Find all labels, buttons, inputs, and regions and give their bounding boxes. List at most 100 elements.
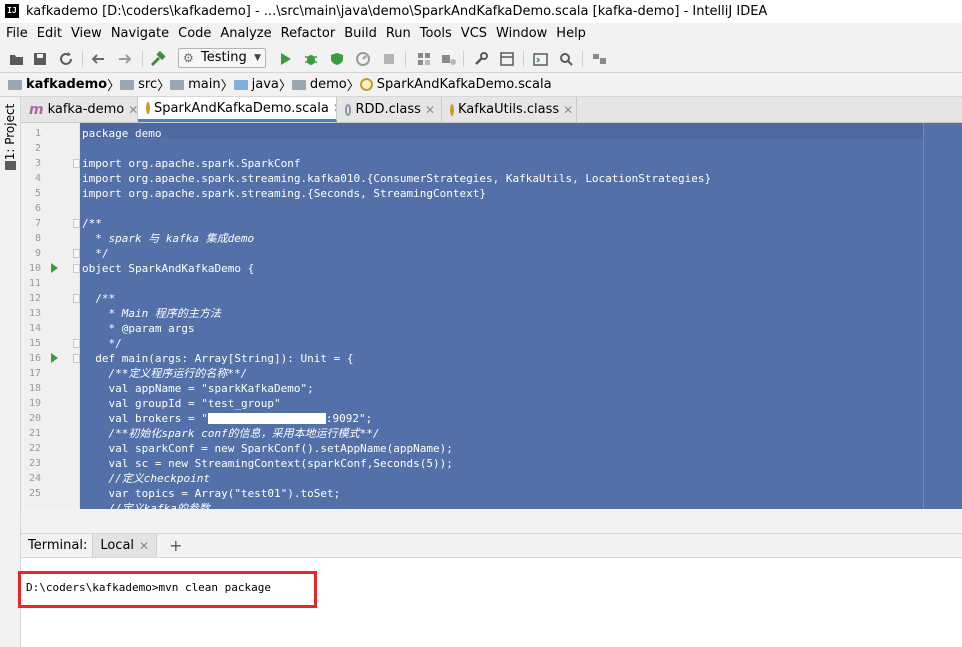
back-icon[interactable] [90, 51, 106, 67]
menu-help[interactable]: Help [552, 23, 590, 45]
class-file-icon [345, 103, 352, 116]
stop-icon[interactable] [381, 51, 397, 67]
terminal-title: Terminal: [28, 538, 88, 553]
line-number: 17 [28, 368, 41, 379]
tab-kafkautils-class[interactable]: KafkaUtils.class ✕ [442, 97, 577, 122]
tab-rdd-class[interactable]: RDD.class ✕ [337, 97, 442, 122]
menu-refactor[interactable]: Refactor [277, 23, 340, 45]
menu-analyze[interactable]: Analyze [216, 23, 275, 45]
forward-icon[interactable] [117, 51, 133, 67]
menu-bar: File Edit View Navigate Code Analyze Ref… [0, 23, 962, 45]
run-object-icon[interactable] [51, 263, 58, 273]
redacted-block [207, 413, 326, 424]
menu-window[interactable]: Window [492, 23, 551, 45]
line-number: 14 [28, 323, 41, 334]
run-icon[interactable] [278, 51, 294, 67]
fold-icon[interactable] [73, 159, 80, 168]
breadcrumb-src[interactable]: src [120, 77, 157, 92]
sync-icon[interactable] [58, 51, 74, 67]
close-icon[interactable]: ✕ [425, 103, 435, 117]
menu-navigate[interactable]: Navigate [107, 23, 173, 45]
run-configuration-dropdown[interactable]: ⚙ Testing ▼ [178, 48, 266, 68]
line-number: 4 [34, 173, 41, 184]
layout-icon[interactable] [499, 51, 515, 67]
close-icon[interactable]: ✕ [139, 539, 149, 553]
breadcrumb-main-label: main [188, 77, 221, 92]
menu-edit[interactable]: Edit [33, 23, 66, 45]
line-number: 20 [28, 413, 41, 424]
line-number: 23 [28, 458, 41, 469]
project-structure-icon[interactable] [416, 51, 432, 67]
close-icon[interactable]: ✕ [128, 103, 137, 117]
class-file-icon [450, 103, 454, 116]
sdk-icon[interactable] [441, 51, 457, 67]
code-line: //定义checkpoint [82, 472, 210, 485]
tab-label: KafkaUtils.class [458, 102, 560, 117]
breadcrumb-demo-label: demo [309, 77, 347, 92]
project-tool-tab[interactable]: 1: Project [2, 103, 19, 165]
close-icon[interactable]: ✕ [563, 103, 573, 117]
line-number: 19 [28, 398, 41, 409]
line-number: 25 [28, 488, 41, 499]
code-line: val sparkConf = new SparkConf().setAppNa… [82, 442, 453, 455]
menu-code[interactable]: Code [174, 23, 215, 45]
menu-file[interactable]: File [2, 23, 32, 45]
tab-label: SparkAndKafkaDemo.scala [154, 100, 329, 116]
new-terminal-button[interactable]: + [169, 536, 182, 555]
project-folder-icon[interactable] [5, 161, 16, 170]
fold-icon[interactable] [73, 354, 80, 363]
panel-splitter[interactable] [21, 509, 962, 534]
menu-run[interactable]: Run [382, 23, 415, 45]
window-title: kafkademo [D:\coders\kafkademo] - ...\sr… [26, 4, 768, 19]
code-line: * @param args [82, 322, 195, 335]
breadcrumb-file[interactable]: SparkAndKafkaDemo.scala [359, 77, 552, 92]
code-line: val sc = new StreamingContext(sparkConf,… [82, 457, 453, 470]
vcs-icon[interactable] [591, 51, 607, 67]
breadcrumb-src-label: src [138, 77, 158, 92]
line-number: 18 [28, 383, 41, 394]
fold-icon[interactable] [73, 249, 80, 258]
code-line: object SparkAndKafkaDemo { [82, 262, 255, 275]
terminal-icon[interactable] [532, 51, 548, 67]
tab-kafka-demo[interactable]: m kafka-demo ✕ [21, 97, 138, 122]
debug-icon[interactable] [303, 51, 319, 67]
terminal-panel[interactable]: D:\coders\kafkademo>mvn clean package [18, 558, 962, 647]
code-line: */ [82, 337, 122, 350]
breadcrumb-project[interactable]: kafkademo [8, 77, 107, 92]
breadcrumb-main[interactable]: main [170, 77, 221, 92]
code-line: var topics = Array("test01").toSet; [82, 487, 341, 500]
profile-icon[interactable] [355, 51, 371, 67]
run-main-icon[interactable] [51, 353, 58, 363]
scala-file-icon [359, 78, 373, 91]
menu-build[interactable]: Build [340, 23, 381, 45]
coverage-icon[interactable] [329, 51, 345, 67]
menu-vcs[interactable]: VCS [457, 23, 491, 45]
tab-terminal-local[interactable]: Local ✕ [92, 534, 158, 557]
code-editor[interactable]: 1 2 3 4 5 6 7 8 9 10 11 12 13 14 15 16 1… [21, 123, 962, 509]
menu-tools[interactable]: Tools [416, 23, 456, 45]
line-number: 8 [34, 233, 41, 244]
tab-sparkandkafkademo-scala[interactable]: SparkAndKafkaDemo.scala ✕ [138, 97, 337, 122]
fold-icon[interactable] [73, 264, 80, 273]
fold-icon[interactable] [73, 339, 80, 348]
build-hammer-icon[interactable] [150, 51, 166, 67]
breadcrumb-demo[interactable]: demo [291, 77, 347, 92]
breadcrumb-separator-icon: 〉 [346, 79, 360, 94]
code-line: import org.apache.spark.streaming.{Secon… [82, 187, 486, 200]
search-icon[interactable] [558, 51, 574, 67]
folder-icon [170, 79, 185, 90]
run-configuration-label: Testing [201, 50, 247, 65]
settings-wrench-icon[interactable] [473, 51, 489, 67]
fold-icon[interactable] [73, 219, 80, 228]
toolbar: ⚙ Testing ▼ [0, 45, 962, 73]
line-number: 13 [28, 308, 41, 319]
breadcrumb-java[interactable]: java [233, 77, 279, 92]
open-icon[interactable] [8, 51, 24, 67]
code-line-brokers: val brokers = ":9092"; [82, 412, 373, 425]
code-text[interactable]: package demo import org.apache.spark.Spa… [80, 126, 923, 509]
fold-icon[interactable] [73, 294, 80, 303]
project-tool-tab-label: 1: Project [3, 103, 17, 161]
save-icon[interactable] [32, 51, 48, 67]
project-folder-icon [8, 79, 22, 90]
menu-view[interactable]: View [67, 23, 106, 45]
